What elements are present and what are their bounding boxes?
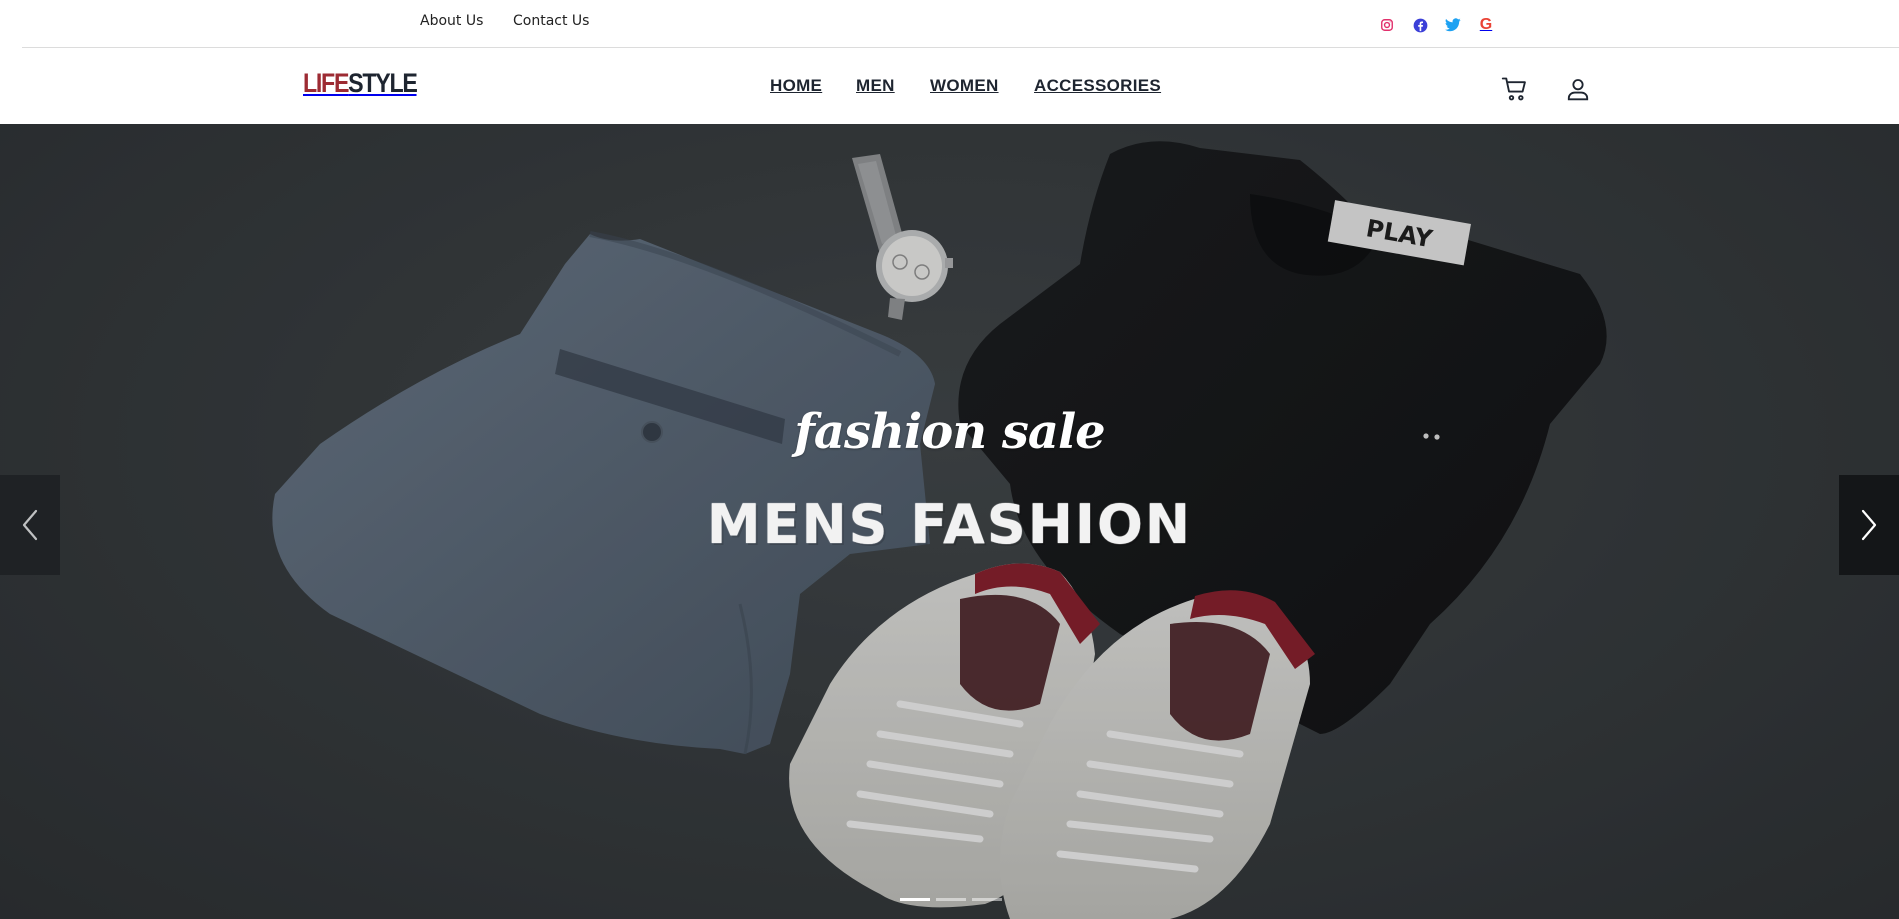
nav-women[interactable]: WOMEN [930, 76, 999, 96]
chevron-left-icon [22, 509, 38, 541]
slider-prev-button[interactable] [0, 475, 60, 575]
logo-part-life: LIFE [303, 68, 349, 98]
hero-subtitle: fashion sale [794, 404, 1105, 460]
chevron-right-icon [1861, 509, 1877, 541]
nav-accessories[interactable]: ACCESSORIES [1034, 76, 1161, 96]
main-navbar: LIFESTYLE HOME MEN WOMEN ACCESSORIES [0, 48, 1899, 124]
twitter-icon[interactable] [1444, 16, 1462, 34]
user-icon[interactable] [1563, 74, 1593, 104]
slider-indicators [900, 898, 1002, 901]
instagram-icon[interactable] [1378, 16, 1396, 34]
slide-indicator-3[interactable] [972, 898, 1002, 901]
brand-logo[interactable]: LIFESTYLE [303, 68, 418, 99]
hero-slider: PLAY fashion sale MENS FASHION [0, 124, 1899, 919]
logo-part-style: STYLE [348, 68, 418, 98]
cart-icon[interactable] [1500, 74, 1530, 104]
slide-indicator-2[interactable] [936, 898, 966, 901]
nav-home[interactable]: HOME [770, 76, 822, 96]
nav-men[interactable]: MEN [856, 76, 895, 96]
slider-next-button[interactable] [1839, 475, 1899, 575]
google-icon[interactable]: G [1477, 16, 1495, 34]
slide-indicator-1[interactable] [900, 898, 930, 901]
about-us-link[interactable]: About Us [420, 13, 483, 29]
facebook-icon[interactable] [1411, 16, 1429, 34]
hero-title: MENS FASHION [706, 493, 1193, 556]
top-bar: About Us Contact Us G [0, 0, 1899, 48]
contact-us-link[interactable]: Contact Us [513, 13, 589, 29]
